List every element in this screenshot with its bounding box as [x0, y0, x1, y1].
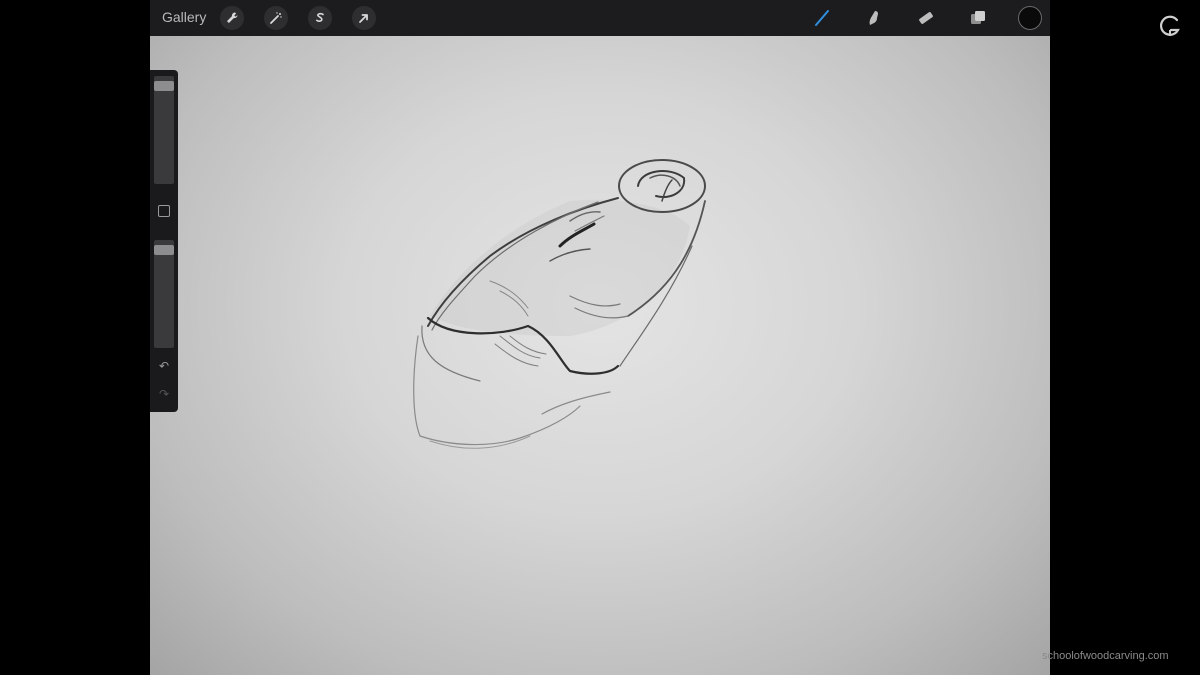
redo-button[interactable]: ↷ — [156, 386, 172, 402]
smudge-icon — [869, 11, 878, 25]
gallery-button[interactable]: Gallery — [162, 9, 206, 25]
modify-button[interactable] — [158, 205, 170, 217]
selection-s-icon — [316, 12, 324, 22]
adjustments-button[interactable] — [264, 6, 288, 30]
brush-sidebar: ↶ ↷ — [150, 70, 178, 412]
eraser-button[interactable] — [914, 6, 938, 30]
layers-button[interactable] — [966, 6, 990, 30]
color-picker-button[interactable] — [1018, 6, 1042, 30]
eraser-icon — [919, 12, 933, 24]
selection-button[interactable] — [308, 6, 332, 30]
brush-button[interactable] — [810, 6, 834, 30]
undo-button[interactable]: ↶ — [156, 358, 172, 374]
opacity-slider[interactable] — [154, 240, 174, 348]
layers-icon — [971, 11, 985, 24]
transform-button[interactable] — [352, 6, 376, 30]
opacity-thumb[interactable] — [154, 244, 174, 255]
procreate-screen: Gallery ↶ ↷ schoolofwoodcarving.com — [0, 0, 1200, 675]
brush-size-thumb[interactable] — [154, 80, 174, 91]
brush-size-slider[interactable] — [154, 76, 174, 184]
arrow-transform-icon — [359, 14, 368, 23]
magic-wand-icon — [270, 12, 282, 24]
wrench-icon — [227, 12, 238, 23]
smudge-button[interactable] — [862, 6, 886, 30]
top-toolbar: Gallery — [150, 0, 1050, 36]
brush-icon — [815, 10, 829, 26]
brand-logo-icon — [1159, 15, 1180, 36]
pencil-sketch — [413, 159, 706, 449]
drawing-canvas[interactable] — [150, 36, 1050, 675]
watermark-text: schoolofwoodcarving.com — [1042, 650, 1169, 662]
actions-button[interactable] — [220, 6, 244, 30]
